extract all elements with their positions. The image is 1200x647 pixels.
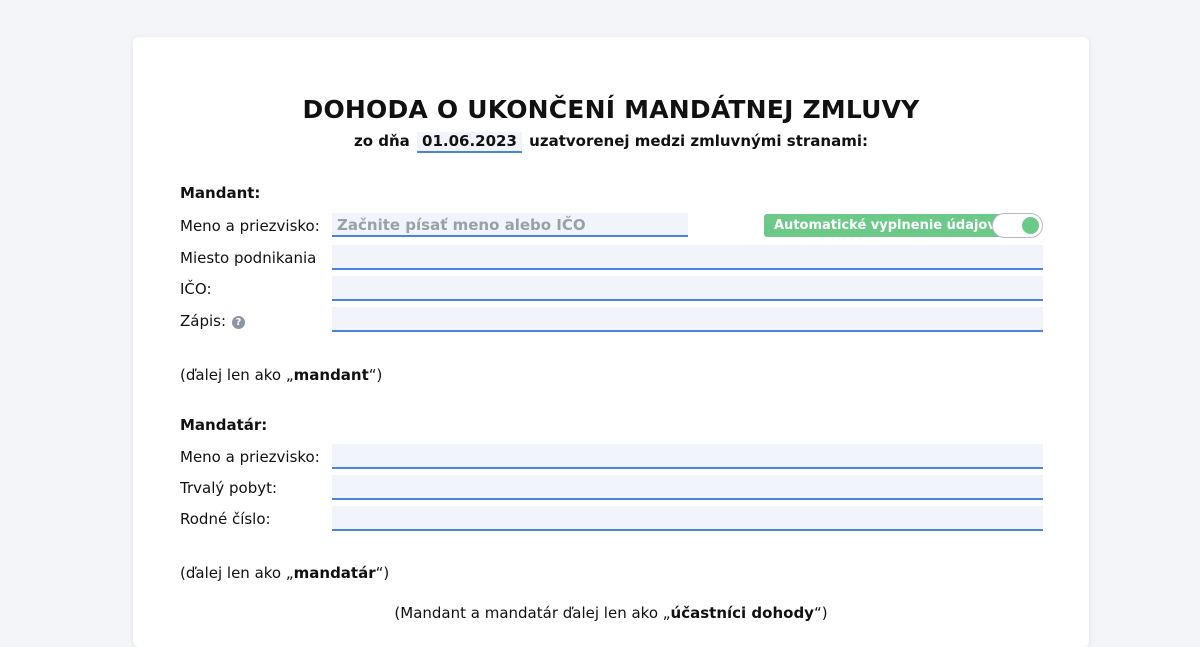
autofill-toggle[interactable] xyxy=(992,213,1043,238)
mandatar-note: (ďalej len ako „mandatár“) xyxy=(180,564,389,582)
mandant-note-suffix: “) xyxy=(368,366,383,384)
subtitle-prefix: zo dňa xyxy=(354,132,410,150)
mandatar-name-input[interactable] xyxy=(332,444,1043,469)
mandant-note: (ďalej len ako „mandant“) xyxy=(180,366,382,384)
document-sheet: DOHODA O UKONČENÍ MANDÁTNEJ ZMLUVY zo dň… xyxy=(133,37,1089,647)
ico-label: IČO: xyxy=(180,280,212,298)
register-label-row: Zápis:? xyxy=(180,312,246,330)
subtitle-suffix: uzatvorenej medzi zmluvnými stranami: xyxy=(529,132,868,150)
mandatar-note-prefix: (ďalej len ako „ xyxy=(180,564,294,582)
residence-label: Trvalý pobyt: xyxy=(180,479,278,497)
toggle-knob xyxy=(1022,217,1039,234)
mandant-name-placeholder: Začnite písať meno alebo IČO xyxy=(337,216,586,234)
mandant-name-label: Meno a priezvisko: xyxy=(180,217,320,235)
parties-note-term: účastníci dohody xyxy=(670,604,814,622)
ico-input[interactable] xyxy=(332,276,1043,301)
help-icon[interactable]: ? xyxy=(232,316,246,329)
mandatar-name-label: Meno a priezvisko: xyxy=(180,448,320,466)
parties-note: (Mandant a mandatár ďalej len ako „účast… xyxy=(133,604,1089,622)
document-title: DOHODA O UKONČENÍ MANDÁTNEJ ZMLUVY xyxy=(302,95,920,124)
mandant-name-input[interactable]: Začnite písať meno alebo IČO xyxy=(332,213,688,237)
mandant-note-term: mandant xyxy=(293,366,369,384)
parties-note-prefix: (Mandant a mandatár ďalej len ako „ xyxy=(394,604,671,622)
document-subtitle: zo dňa 01.06.2023 uzatvorenej medzi zmlu… xyxy=(133,132,1089,153)
parties-note-suffix: “) xyxy=(813,604,828,622)
business-place-label: Miesto podnikania xyxy=(180,249,317,267)
mandant-note-prefix: (ďalej len ako „ xyxy=(180,366,294,384)
birth-number-label: Rodné číslo: xyxy=(180,510,271,528)
register-input[interactable] xyxy=(332,307,1043,332)
mandant-heading: Mandant: xyxy=(180,184,261,202)
residence-input[interactable] xyxy=(332,475,1043,500)
birth-number-input[interactable] xyxy=(332,506,1043,531)
business-place-input[interactable] xyxy=(332,245,1043,270)
mandatar-heading: Mandatár: xyxy=(180,416,268,434)
register-label: Zápis: xyxy=(180,312,227,330)
autofill-label: Automatické vyplnenie údajov xyxy=(764,214,1006,237)
contract-date-field[interactable]: 01.06.2023 xyxy=(417,132,522,153)
mandatar-note-term: mandatár xyxy=(293,564,376,582)
mandatar-note-suffix: “) xyxy=(375,564,390,582)
